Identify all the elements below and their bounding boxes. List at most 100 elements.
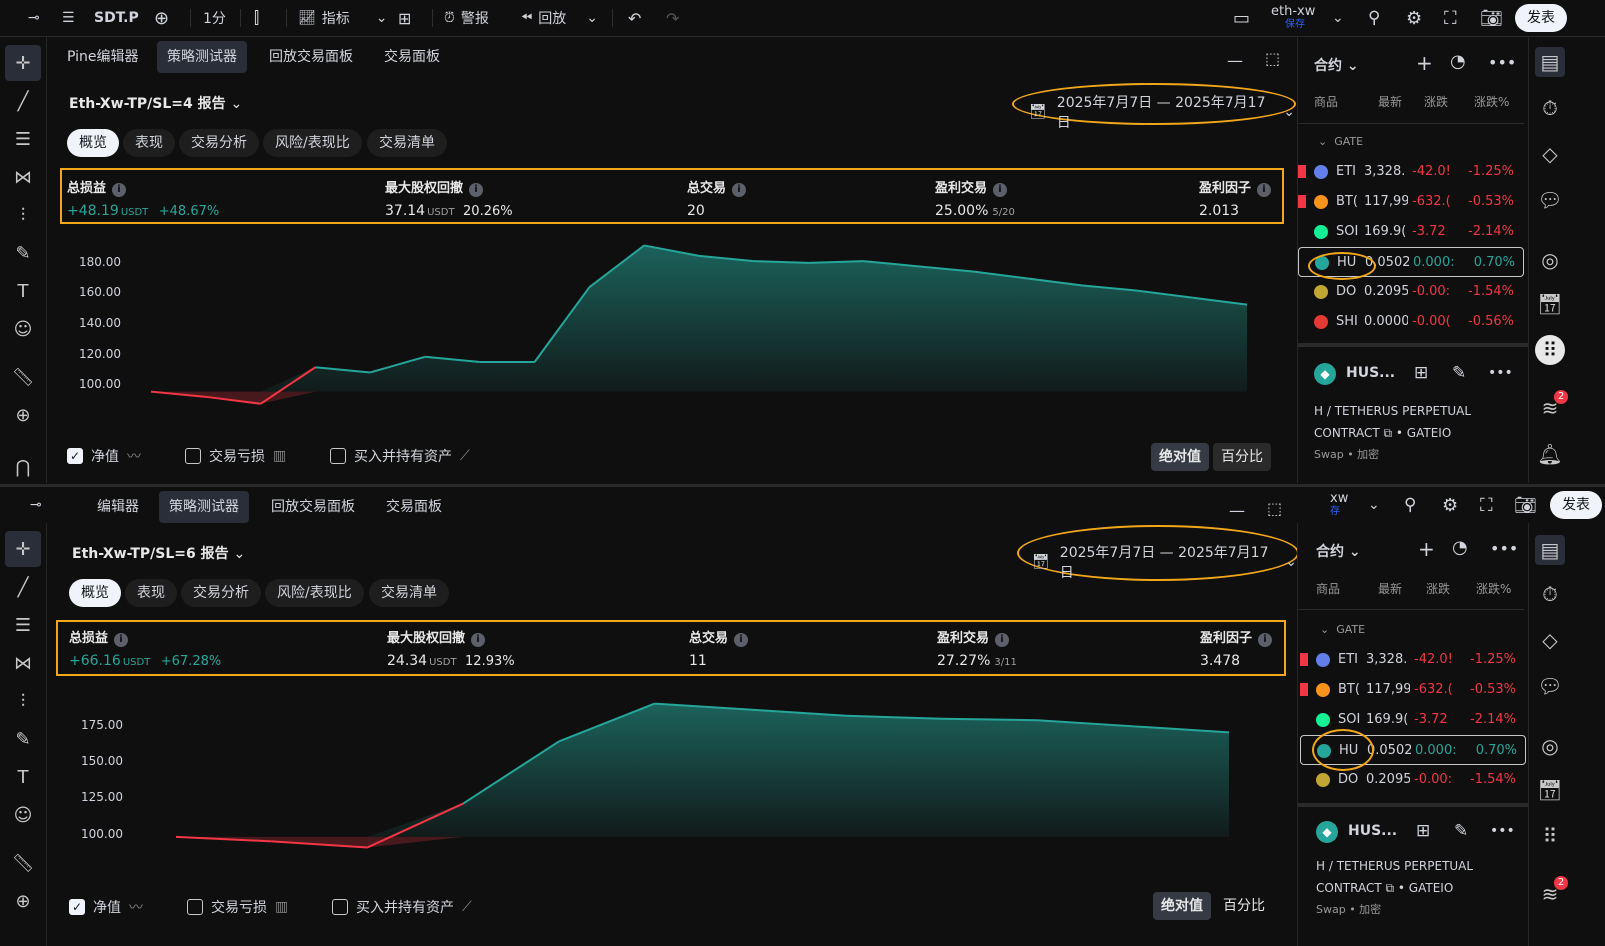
alarm-clock-icon[interactable]: ⏱︎ [1535,579,1565,609]
camera-icon[interactable]: 📷︎ [1514,487,1537,523]
undo-icon[interactable]: ↶ [628,0,641,36]
chat-icon[interactable]: 💬︎ [1535,671,1565,701]
layers-icon[interactable]: ◇ [1535,139,1565,169]
target-icon[interactable]: ◎ [1535,245,1565,275]
add-symbol-icon[interactable]: ⊕ [154,0,169,36]
checkbox-equity[interactable]: ✓ 净值〰 [67,446,141,466]
settings-icon[interactable]: ⚙ [1406,0,1422,36]
quick-search-icon[interactable]: ⚲ [1368,0,1380,36]
edit-icon[interactable]: ✎ [1454,821,1468,841]
layout-name[interactable]: xw 存 [1330,487,1348,523]
group-label[interactable]: ⌄ GATE [1320,623,1365,636]
settings-icon[interactable]: ⚙ [1442,487,1458,523]
absolute-button[interactable]: 绝对值 [1151,443,1209,471]
watchlist-title[interactable]: 合约 ⌄ [1314,55,1359,75]
grid-icon[interactable]: ⊞ [1416,821,1430,841]
emoji-icon[interactable]: ☺ [5,311,41,347]
checkbox-buy-hold[interactable]: 买入并持有资产 ⟋ [332,897,472,917]
more-icon[interactable]: ••• [1490,823,1515,839]
brush-icon[interactable]: ✎ [5,721,41,757]
calendar-icon[interactable]: 📅︎ [1535,289,1565,319]
detail-symbol[interactable]: HUS... [1348,823,1397,839]
alert-button[interactable]: ⏰︎ 警报 [444,0,489,36]
replay-button[interactable]: ⏪︎ 回放 ⌄ [521,0,598,36]
layout-icon[interactable]: ▭ [1233,0,1250,36]
edit-icon[interactable]: ✎ [1452,363,1466,383]
apps-icon[interactable]: ⠿ [1535,335,1565,365]
indicators-button[interactable]: 📈︎ 指标 ⌄ [298,0,388,36]
zoom-icon[interactable]: ⊕ [5,883,41,919]
chevron-down-icon[interactable]: ⌄ [1368,487,1380,523]
trendline-icon[interactable]: ╱ [5,569,41,605]
watchlist-icon[interactable]: ▤ [1535,47,1565,77]
more-icon[interactable]: ••• [1488,53,1516,72]
layers-icon[interactable]: ◇ [1535,625,1565,655]
projection-icon[interactable]: ⫶ [5,197,41,233]
checkbox-trade-loss[interactable]: 交易亏损 ▥ [187,897,288,917]
watchlist-row[interactable]: SHI 0.0000 -0.00(-0.56% [1298,307,1524,337]
add-icon[interactable]: + [1418,537,1435,561]
redo-icon[interactable]: ↷ [666,0,679,36]
watchlist-row[interactable]: BT(117,99 -632.(-0.53% [1298,187,1524,217]
pattern-icon[interactable]: ⋈ [5,159,41,195]
hamburger-menu-icon[interactable]: ☰ [62,0,75,36]
watchlist-row[interactable]: ETI 3,328. -42.0! -1.25% [1300,645,1526,675]
projection-icon[interactable]: ⫶ [5,683,41,719]
quick-search-icon[interactable]: ⚲ [1404,487,1416,523]
watchlist-row[interactable]: ETI 3,328. -42.0! -1.25% [1298,157,1524,187]
publish-button[interactable]: 发表 [1550,491,1602,519]
percent-button[interactable]: 百分比 [1213,443,1271,471]
absolute-button[interactable]: 绝对值 [1153,892,1211,920]
more-icon[interactable]: ••• [1490,539,1518,558]
chevron-down-icon[interactable]: ⌄ [1332,0,1344,36]
watchlist-row[interactable]: SOI 169.9(-3.72 -2.14% [1298,217,1524,247]
publish-button[interactable]: 发表 [1515,4,1567,32]
layout-name[interactable]: eth-xw 保存 [1271,0,1315,36]
candles-icon[interactable]: ⫿ [254,0,259,36]
checkbox-equity[interactable]: ✓ 净值〰 [69,897,143,917]
checkbox-trade-loss[interactable]: 交易亏损 ▥ [185,446,286,466]
crosshair-icon[interactable]: ✛ [5,531,41,567]
emoji-icon[interactable]: ☺ [5,797,41,833]
more-icon[interactable]: ••• [1488,365,1513,381]
crosshair-icon[interactable]: ✛ [5,45,41,81]
add-icon[interactable]: + [1416,51,1433,75]
chat-icon[interactable]: 💬︎ [1535,185,1565,215]
ruler-icon[interactable]: 📏︎ [5,845,41,881]
symbol-search[interactable]: SDT.P [94,0,139,36]
text-icon[interactable]: T [5,759,41,795]
zoom-icon[interactable]: ⊕ [5,397,41,433]
grid-icon[interactable]: ⊞ [1414,363,1428,383]
detail-symbol[interactable]: HUS... [1346,365,1395,381]
watchlist-chart-icon[interactable]: ◔ [1452,537,1468,558]
crosshair-menu-icon[interactable]: ⊸ [30,487,42,523]
camera-icon[interactable]: 📷︎ [1480,0,1503,36]
watchlist-icon[interactable]: ▤ [1535,535,1565,565]
watchlist-title[interactable]: 合约 ⌄ [1316,541,1361,561]
watchlist-row[interactable]: DO 0.2095 -0.00: -1.54% [1298,277,1524,307]
row-last: 0.0000 [1364,314,1408,329]
fib-icon[interactable]: ☰ [5,121,41,157]
brush-icon[interactable]: ✎ [5,235,41,271]
bell-icon[interactable]: 🔔︎ [1535,439,1565,469]
alarm-clock-icon[interactable]: ⏱︎ [1535,93,1565,123]
pattern-icon[interactable]: ⋈ [5,645,41,681]
group-label[interactable]: ⌄ GATE [1318,135,1363,148]
magnet-icon[interactable]: ⋂ [5,449,41,485]
trendline-icon[interactable]: ╱ [5,83,41,119]
text-icon[interactable]: T [5,273,41,309]
percent-button[interactable]: 百分比 [1215,892,1273,920]
watchlist-row[interactable]: BT(117,99 -632.(-0.53% [1300,675,1526,705]
checkbox-buy-hold[interactable]: 买入并持有资产 ⟋ [330,446,470,466]
templates-icon[interactable]: ⊞ [398,0,411,36]
calendar-icon[interactable]: 📅︎ [1535,775,1565,805]
fullscreen-icon[interactable]: ⛶ [1480,487,1493,523]
target-icon[interactable]: ◎ [1535,731,1565,761]
ruler-icon[interactable]: 📏︎ [5,359,41,395]
fib-icon[interactable]: ☰ [5,607,41,643]
crosshair-menu-icon[interactable]: ⊸ [28,0,40,36]
interval-button[interactable]: 1分 [203,0,226,36]
watchlist-chart-icon[interactable]: ◔ [1450,51,1466,72]
fullscreen-icon[interactable]: ⛶ [1444,0,1457,36]
apps-icon[interactable]: ⠿ [1535,821,1565,851]
